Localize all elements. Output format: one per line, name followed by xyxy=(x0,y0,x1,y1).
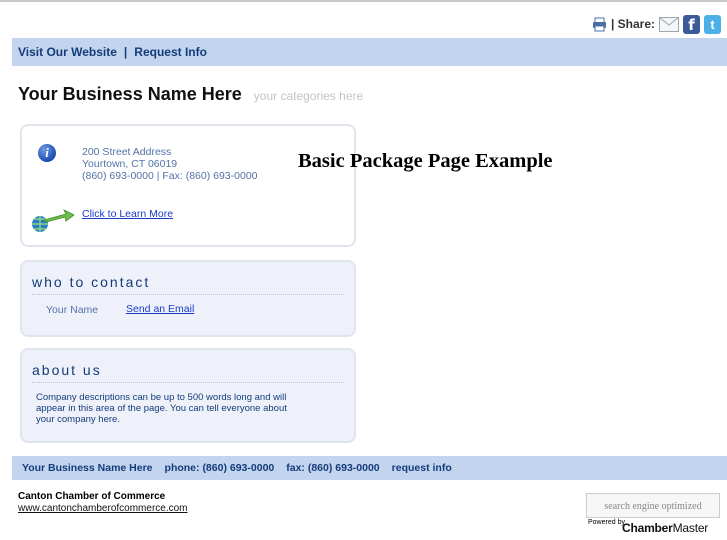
info-icon: i xyxy=(38,144,56,162)
share-bar: | Share: f t xyxy=(592,14,721,34)
powered-by-label: Powered by xyxy=(588,519,625,526)
page-example-heading: Basic Package Page Example xyxy=(298,150,553,172)
business-categories: your categories here xyxy=(253,89,364,103)
business-title: Your Business Name Here your categories … xyxy=(18,84,363,105)
nav-separator: | xyxy=(123,45,128,59)
about-divider xyxy=(32,382,344,383)
contact-heading: who to contact xyxy=(32,274,151,290)
footer-request-info-link[interactable]: request info xyxy=(392,462,452,474)
city-state-zip: Yourtown, CT 06019 xyxy=(82,158,178,170)
chamber-name: Canton Chamber of Commerce xyxy=(18,491,166,502)
contact-name: Your Name xyxy=(46,304,99,316)
brand-part-chamber: Chamber xyxy=(622,521,673,535)
chambermaster-logo[interactable]: ChamberMaster xyxy=(622,521,708,535)
chamber-url-link[interactable]: www.cantonchamberofcommerce.com xyxy=(18,503,188,514)
contact-card: who to contact Your Name Send an Email xyxy=(20,260,356,337)
learn-more-link[interactable]: Click to Learn More xyxy=(82,208,173,220)
twitter-icon[interactable]: t xyxy=(704,14,721,34)
footer-business-name: Your Business Name Here xyxy=(22,462,153,474)
street-address: 200 Street Address xyxy=(82,146,172,158)
globe-link-icon[interactable] xyxy=(30,208,75,234)
brand-part-master: Master xyxy=(672,521,709,535)
top-nav-bar: Visit Our Website | Request Info xyxy=(12,38,727,66)
address-block: 200 Street Address Yourtown, CT 06019 (8… xyxy=(82,146,258,182)
about-description: Company descriptions can be up to 500 wo… xyxy=(36,392,287,425)
seo-badge: search engine optimized xyxy=(586,493,720,518)
phone-fax: (860) 693-0000 | Fax: (860) 693-0000 xyxy=(82,170,258,182)
printer-icon[interactable] xyxy=(592,17,607,32)
footer-phone: phone: (860) 693-0000 xyxy=(164,462,275,474)
footer-fax: fax: (860) 693-0000 xyxy=(286,462,380,474)
business-name: Your Business Name Here xyxy=(18,84,242,104)
visit-website-link[interactable]: Visit Our Website xyxy=(18,45,117,59)
share-label: | Share: xyxy=(610,17,655,31)
facebook-icon[interactable]: f xyxy=(683,14,700,34)
mail-icon[interactable] xyxy=(659,16,679,32)
footer-contact-bar: Your Business Name Here phone: (860) 693… xyxy=(12,456,727,480)
request-info-link[interactable]: Request Info xyxy=(134,45,207,59)
address-card: i 200 Street Address Yourtown, CT 06019 … xyxy=(20,124,356,247)
about-heading: about us xyxy=(32,362,102,378)
contact-divider xyxy=(32,294,344,295)
about-card: about us Company descriptions can be up … xyxy=(20,348,356,443)
top-rule xyxy=(0,0,727,8)
send-email-link[interactable]: Send an Email xyxy=(126,303,194,315)
